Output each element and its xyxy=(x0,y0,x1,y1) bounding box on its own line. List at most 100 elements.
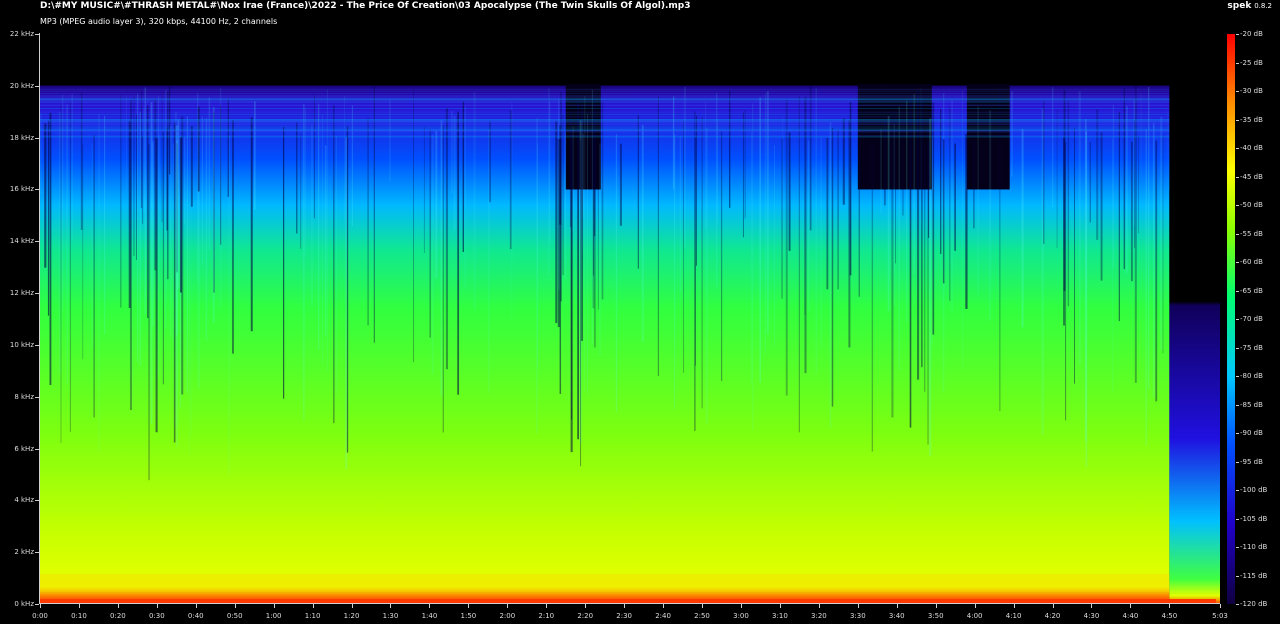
db-colorbar xyxy=(1227,34,1235,604)
spectral-streak xyxy=(537,144,538,369)
spectral-streak xyxy=(599,143,601,356)
harmonic-line xyxy=(40,119,1170,121)
time-tick xyxy=(1130,604,1131,608)
spectral-streak xyxy=(47,120,50,316)
spectral-streak xyxy=(571,142,573,420)
harmonic-line xyxy=(40,101,1170,102)
file-title: D:\#MY MUSIC#\#THRASH METAL#\Nox Irae (F… xyxy=(40,1,691,11)
spectral-streak xyxy=(1155,140,1158,402)
spectral-streak xyxy=(445,108,449,370)
spectral-streak xyxy=(423,127,425,254)
spectral-streak xyxy=(170,125,172,337)
spectral-streak xyxy=(183,136,186,225)
time-tick-label: 0:40 xyxy=(187,612,204,620)
spectral-streak xyxy=(197,92,199,283)
spectral-streak xyxy=(895,109,896,264)
spectral-streak xyxy=(69,102,71,432)
time-tick xyxy=(274,604,275,608)
time-tick-label: 4:30 xyxy=(1083,612,1100,620)
harmonic-line xyxy=(40,126,1170,128)
time-tick xyxy=(1014,604,1015,608)
spectral-streak xyxy=(989,110,992,321)
harmonic-line xyxy=(40,95,1170,96)
spectrogram-plot[interactable] xyxy=(40,34,1220,604)
spectral-streak xyxy=(898,106,900,370)
spectral-streak xyxy=(674,134,676,410)
harmonic-line xyxy=(40,88,1170,90)
spectral-streak xyxy=(440,120,443,396)
frequency-tick-label: 20 kHz xyxy=(9,81,34,90)
spectral-streak xyxy=(137,93,139,363)
time-tick xyxy=(663,604,664,608)
spectral-streak xyxy=(1123,87,1126,270)
spectral-streak xyxy=(1152,122,1155,398)
spectral-streak xyxy=(1067,100,1070,307)
time-tick xyxy=(702,604,703,608)
harmonic-line xyxy=(40,131,1170,133)
time-tick-label: 3:10 xyxy=(772,612,788,620)
spectral-streak xyxy=(158,96,159,377)
frequency-tick-label: 0 kHz xyxy=(14,600,34,608)
spectral-streak xyxy=(58,111,61,374)
db-tick xyxy=(1236,519,1239,520)
app-name: spek xyxy=(1227,1,1252,11)
time-tick-label: 0:30 xyxy=(148,612,165,620)
spectral-streak xyxy=(597,102,599,310)
time-tick-label: 0:50 xyxy=(226,612,243,620)
frequency-tick xyxy=(35,552,39,553)
db-tick-label: -55 dB xyxy=(1240,229,1263,238)
spectral-streak xyxy=(40,113,42,195)
frequency-tick-label: 22 kHz xyxy=(9,30,34,38)
time-tick-label: 4:40 xyxy=(1122,612,1139,620)
spectral-streak xyxy=(804,96,807,374)
spectral-streak xyxy=(44,123,47,268)
spectral-streak xyxy=(1085,131,1088,468)
db-tick xyxy=(1236,120,1239,121)
time-tick xyxy=(897,604,898,608)
time-tick-label: 1:30 xyxy=(382,612,399,620)
spectral-streak xyxy=(1010,91,1013,177)
spectral-streak xyxy=(1065,141,1067,421)
spectral-streak xyxy=(71,94,74,242)
frequency-tick-label: 14 kHz xyxy=(9,237,34,246)
spectral-streak xyxy=(1118,112,1120,322)
time-tick xyxy=(780,604,781,608)
frequency-tick xyxy=(35,138,39,139)
frequency-tick xyxy=(35,397,39,398)
frequency-tick-label: 16 kHz xyxy=(9,185,34,194)
spectral-streak xyxy=(584,95,586,392)
spectral-streak xyxy=(807,140,810,312)
spectral-streak xyxy=(177,119,180,289)
spectral-streak xyxy=(1160,116,1163,350)
time-tick xyxy=(1091,604,1092,608)
db-tick-label: -20 dB xyxy=(1240,30,1263,38)
db-tick-label: -30 dB xyxy=(1240,87,1263,95)
spectral-streak xyxy=(637,115,639,269)
spectral-streak xyxy=(93,135,95,418)
time-tick xyxy=(196,604,197,608)
spectral-streak xyxy=(186,116,188,394)
db-tick-label: -25 dB xyxy=(1240,58,1263,67)
spectral-streak xyxy=(464,106,466,289)
spectral-streak xyxy=(559,125,562,225)
spectral-streak xyxy=(954,143,956,251)
db-tick xyxy=(1236,547,1239,548)
spectral-streak xyxy=(829,121,832,428)
time-tick xyxy=(507,604,508,608)
spectral-streak xyxy=(759,97,762,383)
spectral-streak xyxy=(126,96,127,191)
db-tick xyxy=(1236,376,1239,377)
db-tick-label: -45 dB xyxy=(1240,172,1263,181)
spectral-streak xyxy=(250,117,253,332)
spectral-streak xyxy=(162,131,164,385)
spectral-streak xyxy=(1138,135,1140,234)
frequency-tick-label: 2 kHz xyxy=(14,548,34,557)
spectral-streak xyxy=(139,111,141,367)
time-tick-label: 3:50 xyxy=(927,612,944,620)
frequency-tick xyxy=(35,241,39,242)
db-tick-label: -80 dB xyxy=(1240,372,1263,380)
spectral-streak xyxy=(148,144,150,481)
harmonic-line xyxy=(40,129,1170,130)
harmonic-line xyxy=(40,111,1170,113)
spectral-streak xyxy=(880,128,882,213)
